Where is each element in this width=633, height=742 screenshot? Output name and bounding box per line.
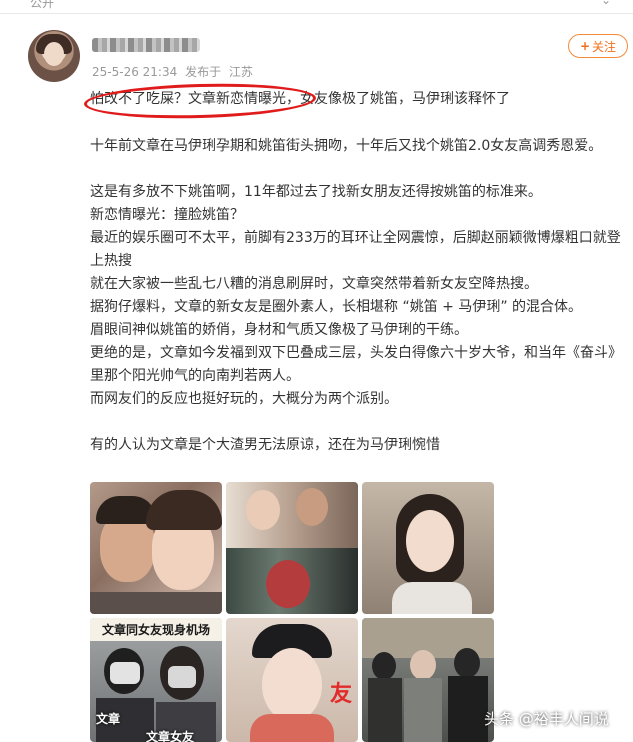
paragraph: 据狗仔爆料，文章的新女友是圈外素人，长相堪称 “姚笛 + 马伊琍” 的混合体。 — [90, 299, 583, 315]
follow-label: 关注 — [592, 39, 617, 54]
paragraph: 十年前文章在马伊琍孕期和姚笛街头拥吻，十年后又找个姚笛2.0女友高调秀恩爱。 — [90, 138, 603, 154]
published-from-label: 发布于 — [185, 65, 222, 79]
photo-couple-selfie[interactable] — [90, 482, 222, 614]
tag-wenzhang: 文章 — [96, 712, 121, 726]
blurred-username[interactable] — [92, 38, 200, 52]
post-location: 江苏 — [228, 65, 253, 79]
airport-caption: 文章同女友现身机场 — [90, 618, 222, 641]
follow-button[interactable]: + 关注 — [568, 34, 628, 58]
avatar[interactable] — [28, 30, 80, 82]
post-time: 25-5-26 21:34 — [92, 65, 178, 79]
tag-girlfriend: 文章女友 — [146, 730, 195, 742]
photo-street-paparazzi[interactable] — [362, 618, 494, 742]
plus-icon: + — [579, 39, 591, 53]
paragraph: 更绝的是，文章如今发福到双下巴叠成三层，头发白得像六十岁大爷，和当年《奋斗》里那… — [90, 345, 622, 384]
avatar-face — [44, 42, 64, 66]
paragraph: 就在大家被一些乱七八糟的消息刷屏时，文章突然带着新女友空降热搜。 — [90, 276, 538, 292]
photo-woman-portrait[interactable] — [362, 482, 494, 614]
top-bar: 公开 ⌄ — [0, 0, 633, 14]
photo-woman-cap[interactable]: 友 — [226, 618, 358, 742]
photo-movie-stills[interactable] — [226, 482, 358, 614]
post-meta: 25-5-26 21:34 发布于 江苏 — [92, 63, 257, 80]
source-watermark: 头条 @裕丰人间说 — [484, 710, 609, 728]
paragraph: 而网友们的反应也挺好玩的，大概分为两个派别。 — [90, 391, 398, 407]
photo-airport-couple[interactable]: 文章同女友现身机场 文章 文章女友 — [90, 618, 222, 742]
visibility-label: 公开 — [30, 0, 55, 10]
chevron-down-icon[interactable]: ⌄ — [601, 0, 611, 7]
paragraph: 新恋情曝光：撞脸姚笛？ — [90, 207, 244, 223]
paragraph: 最近的娱乐圈可不太平，前脚有233万的耳环让全网震惊，后脚赵丽颖微博爆粗口就登上… — [90, 230, 621, 269]
overlay-text: 友 — [330, 682, 353, 707]
paragraph: 有的人认为文章是个大渣男无法原谅，还在为马伊琍惋惜 — [90, 437, 440, 453]
paragraph: 眉眼间神似姚笛的娇俏，身材和气质又像极了马伊琍的干练。 — [90, 322, 468, 338]
paragraph: 这是有多放不下姚笛啊，11年都过去了找新女朋友还得按姚笛的标准来。 — [90, 184, 542, 200]
headline-highlight-oval — [83, 80, 317, 122]
